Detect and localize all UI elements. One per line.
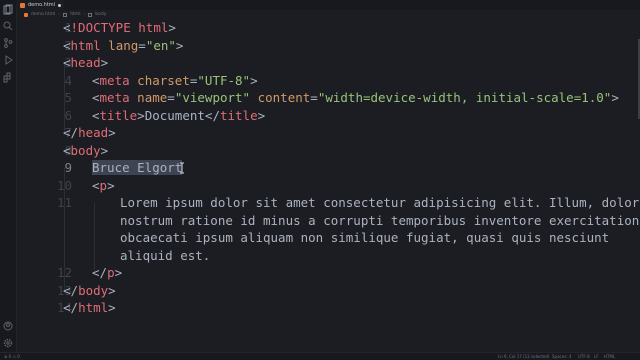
unsaved-dot-icon[interactable] bbox=[58, 3, 62, 7]
selected-text[interactable]: Bruce Elgort bbox=[92, 160, 183, 175]
code-line-meta-viewport: <meta name="viewport" content="width=dev… bbox=[92, 90, 619, 105]
text-cursor-icon bbox=[180, 162, 184, 174]
html-file-icon bbox=[24, 12, 28, 17]
code-line-doctype: <!DOCTYPE html> bbox=[63, 20, 176, 35]
indentation[interactable]: Spaces: 4 bbox=[552, 354, 571, 359]
language-mode[interactable]: HTML bbox=[604, 354, 615, 359]
code-line-meta-charset: <meta charset="UTF-8"> bbox=[92, 72, 258, 88]
line-number-current: 9 bbox=[64, 160, 72, 175]
paragraph-line: obcaecati ipsum aliquam non similique fu… bbox=[120, 230, 610, 245]
code-line-p-open: <p> bbox=[92, 177, 115, 193]
paragraph-line: nostrum ratione id minus a corrupti temp… bbox=[120, 212, 640, 228]
chevron-right-icon: › bbox=[58, 12, 61, 17]
line-number: 12 bbox=[56, 265, 72, 280]
element-icon bbox=[63, 12, 68, 17]
chevron-right-icon: › bbox=[83, 12, 86, 17]
code-line-head-close: </head> bbox=[63, 125, 116, 140]
breadcrumb-body[interactable]: body bbox=[95, 12, 106, 17]
code-editor[interactable]: 1 2 3 4 5 6 7 8 9 10 11 12 13 14 <!DOCTY… bbox=[16, 19, 640, 352]
html-file-icon bbox=[20, 2, 25, 8]
paragraph-line: Lorem ipsum dolor sit amet consectetur a… bbox=[120, 195, 640, 210]
indent-guide bbox=[94, 203, 95, 273]
activity-bar bbox=[0, 0, 17, 352]
account-icon[interactable] bbox=[2, 320, 14, 332]
cursor-position[interactable]: Ln 9, Col 17 (12 selected) bbox=[498, 354, 549, 359]
settings-gear-icon[interactable] bbox=[2, 337, 14, 349]
line-number: 6 bbox=[64, 107, 72, 123]
code-line-body-close: </body> bbox=[63, 282, 116, 298]
paragraph-line: aliquid est. bbox=[120, 247, 211, 263]
code-line-html-open: <html lang="en"> bbox=[63, 37, 184, 53]
line-number: 10 bbox=[56, 177, 72, 193]
code-line-p-close: </p> bbox=[92, 265, 123, 280]
end-of-line[interactable]: LF bbox=[594, 354, 599, 359]
code-line-html-close: </html> bbox=[63, 300, 116, 315]
code-line-head-open: <head> bbox=[63, 55, 109, 70]
line-number: 5 bbox=[64, 90, 72, 105]
run-debug-icon[interactable] bbox=[2, 54, 14, 66]
tab-bar: demo.html bbox=[16, 0, 640, 10]
source-control-icon[interactable] bbox=[2, 37, 14, 49]
breadcrumb-file[interactable]: demo.html bbox=[31, 12, 55, 17]
breadcrumb-html[interactable]: html bbox=[70, 12, 80, 17]
explorer-icon[interactable] bbox=[2, 4, 14, 16]
code-line-name: Bruce Elgort bbox=[92, 159, 183, 177]
breadcrumb: demo.html › html › body bbox=[16, 10, 640, 19]
status-bar: ⊗ 0 ⚠ 0 Ln 9, Col 17 (12 selected) Space… bbox=[0, 352, 640, 360]
code-line-title: <title>Document</title> bbox=[92, 107, 266, 123]
code-line-body-open: <body> bbox=[63, 142, 109, 158]
line-number: 4 bbox=[64, 72, 72, 88]
line-number: 11 bbox=[56, 195, 72, 210]
error-warning-count[interactable]: ⊗ 0 ⚠ 0 bbox=[4, 354, 20, 359]
tab-label: demo.html bbox=[28, 2, 56, 8]
search-icon[interactable] bbox=[2, 20, 14, 32]
encoding[interactable]: UTF-8 bbox=[578, 354, 590, 359]
element-icon bbox=[88, 12, 93, 17]
tab-demo-html[interactable]: demo.html bbox=[16, 0, 64, 10]
extensions-icon[interactable] bbox=[2, 71, 14, 83]
